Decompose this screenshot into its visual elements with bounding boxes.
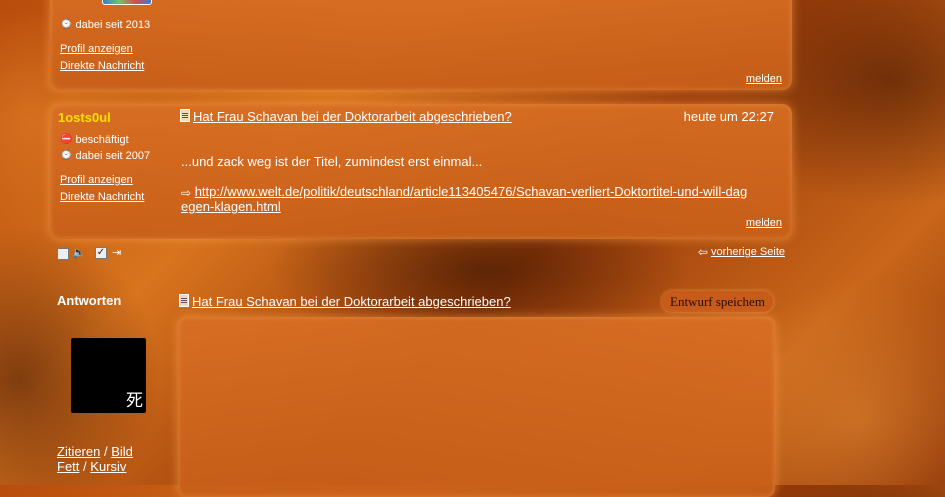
separator: /: [83, 459, 87, 474]
member-since: dabei seit 2013: [75, 19, 151, 31]
previous-post-panel: ⌚ dabei seit 2013 Profil anzeigen Direkt…: [50, 0, 792, 90]
profile-link[interactable]: Profil anzeigen: [60, 43, 133, 55]
user-status: beschäftigt: [75, 134, 129, 146]
profile-link[interactable]: Profil anzeigen: [60, 174, 133, 186]
document-icon: [179, 294, 189, 307]
member-since-row: ⌚ dabei seit 2007: [60, 150, 150, 162]
arrow-left-icon: ⇦: [697, 245, 708, 260]
previous-page-link[interactable]: vorherige Seite: [711, 246, 785, 258]
document-icon: [180, 109, 190, 122]
reply-title-link[interactable]: Hat Frau Schavan bei der Doktorarbeit ab…: [192, 294, 511, 309]
separator: /: [103, 444, 108, 459]
post-time: heute um 22:27: [683, 109, 774, 124]
direct-message-link[interactable]: Direkte Nachricht: [60, 191, 144, 203]
post-title-row: Hat Frau Schavan bei der Doktorarbeit ab…: [180, 109, 512, 124]
format-links-row-2: Fett / Kursiv: [57, 459, 126, 474]
reply-avatar: 死: [71, 338, 146, 413]
reply-textarea[interactable]: [178, 317, 775, 497]
avatar-glyph: 死: [126, 391, 143, 411]
post-body: ...und zack weg ist der Titel, zumindest…: [181, 154, 483, 169]
cite-link[interactable]: Zitieren: [57, 444, 100, 459]
post-toolbar: 🔈 ✓ ⇥ ⇦ vorherige Seite: [57, 246, 785, 262]
calendar-icon: ⌚: [60, 19, 73, 31]
format-links-row-1: Zitieren / Bild: [57, 444, 133, 459]
image-link[interactable]: Bild: [111, 444, 133, 459]
direct-message-link[interactable]: Direkte Nachricht: [60, 60, 144, 72]
post-title-link[interactable]: Hat Frau Schavan bei der Doktorarbeit ab…: [193, 109, 512, 124]
select-post-checkbox[interactable]: [57, 248, 69, 260]
move-post-icon[interactable]: ⇥: [112, 248, 121, 259]
calendar-icon: ⌚: [60, 150, 73, 162]
italic-link[interactable]: Kursiv: [90, 459, 126, 474]
avatar-fragment: [102, 0, 152, 5]
member-since: dabei seit 2007: [75, 150, 151, 162]
report-link[interactable]: melden: [746, 217, 782, 229]
external-article-link[interactable]: http://www.welt.de/politik/deutschland/a…: [181, 184, 747, 214]
member-since-row: ⌚ dabei seit 2013: [60, 19, 150, 31]
save-draft-button[interactable]: Entwurf speichem: [662, 291, 773, 312]
reply-heading: Antworten: [57, 293, 122, 308]
user-status-row: ⛔ beschäftigt: [60, 134, 129, 146]
speaker-icon[interactable]: 🔈: [72, 248, 86, 259]
reply-title-row: Hat Frau Schavan bei der Doktorarbeit ab…: [179, 294, 511, 309]
external-link-icon: ⇨: [181, 185, 192, 200]
post-link-row: ⇨ http://www.welt.de/politik/deutschland…: [181, 184, 751, 214]
post-panel: 1osts0ul ⛔ beschäftigt ⌚ dabei seit 2007…: [50, 104, 792, 239]
report-link[interactable]: melden: [746, 73, 782, 85]
busy-status-icon: ⛔: [60, 134, 73, 146]
check-all-icon[interactable]: ✓: [95, 247, 107, 259]
previous-page-nav: ⇦ vorherige Seite: [698, 246, 785, 258]
bold-link[interactable]: Fett: [57, 459, 79, 474]
post-username[interactable]: 1osts0ul: [58, 110, 111, 125]
